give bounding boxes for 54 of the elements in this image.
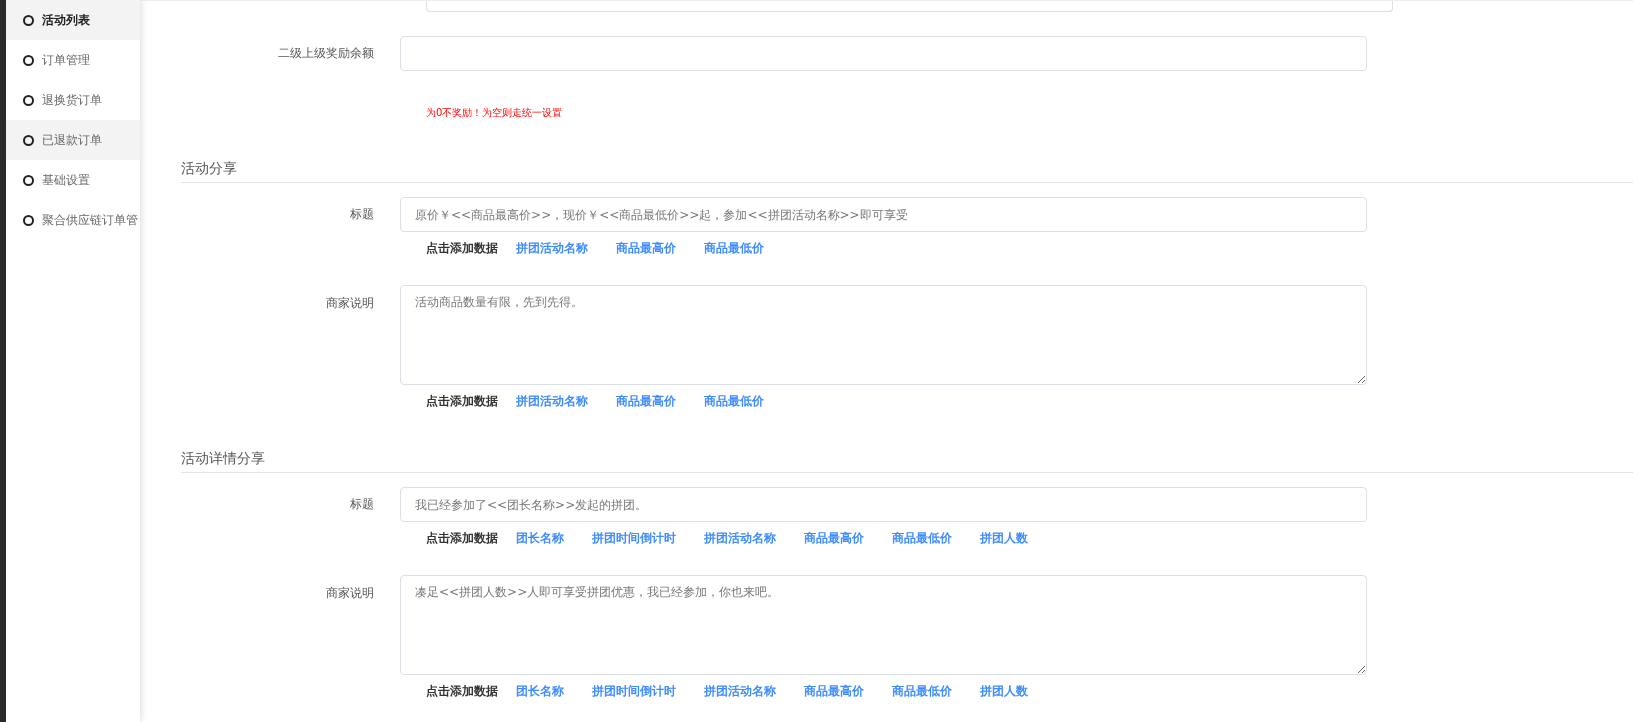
section-title: 活动详情分享 [181, 450, 265, 466]
sidebar-item-label: 基础设置 [42, 171, 90, 189]
insert-data-label: 点击添加数据 [426, 240, 498, 257]
circle-icon [23, 174, 34, 186]
field-label: 二级上级奖励余额 [277, 45, 375, 62]
circle-icon [23, 94, 34, 106]
token-link[interactable]: 拼团活动名称 [704, 683, 776, 700]
token-link[interactable]: 团长名称 [516, 683, 564, 700]
text-area[interactable]: 活动商品数量有限，先到先得。 [400, 285, 1367, 385]
token-link[interactable]: 商品最低价 [892, 530, 952, 547]
circle-icon [23, 54, 34, 66]
token-link[interactable]: 商品最低价 [892, 683, 952, 700]
input-field[interactable] [400, 36, 1367, 71]
insert-data-label: 点击添加数据 [426, 393, 498, 410]
token-link[interactable]: 商品最高价 [804, 530, 864, 547]
token-link[interactable]: 商品最高价 [616, 240, 676, 257]
sidebar-item-label: 退换货订单 [42, 91, 102, 109]
insert-data-label: 点击添加数据 [426, 530, 498, 547]
hint-text: 为0不奖励！为空则走统一设置 [426, 106, 564, 120]
token-link[interactable]: 拼团人数 [980, 530, 1028, 547]
sidebar-item[interactable]: 基础设置 [6, 160, 140, 200]
token-link[interactable]: 拼团时间倒计时 [592, 683, 676, 700]
input-field[interactable]: 我已经参加了<<团长名称>>发起的拼团。 [400, 487, 1367, 522]
sidebar-item[interactable]: 活动列表 [6, 0, 140, 40]
text-area[interactable]: 凑足<<拼团人数>>人即可享受拼团优惠，我已经参加，你也来吧。 [400, 575, 1367, 675]
token-link[interactable]: 拼团时间倒计时 [592, 530, 676, 547]
token-link[interactable]: 拼团活动名称 [516, 393, 588, 410]
token-link[interactable]: 团长名称 [516, 530, 564, 547]
sidebar-item-label: 已退款订单 [42, 131, 102, 149]
input-field[interactable]: 原价￥<<商品最高价>>，现价￥<<商品最低价>>起，参加<<拼团活动名称>>即可享受 [400, 197, 1367, 232]
field-label: 商家说明 [325, 295, 375, 312]
sidebar-item[interactable]: 退换货订单 [6, 80, 140, 120]
sidebar-item[interactable]: 订单管理 [6, 40, 140, 80]
token-link[interactable]: 商品最高价 [804, 683, 864, 700]
circle-icon [23, 214, 34, 226]
sidebar-item[interactable]: 已退款订单 [6, 120, 140, 160]
sidebar-item-label: 聚合供应链订单管 [42, 211, 138, 229]
sidebar-item[interactable]: 聚合供应链订单管 [6, 200, 140, 240]
circle-icon [23, 134, 34, 146]
input-field[interactable] [426, 1, 1393, 12]
token-link[interactable]: 商品最低价 [704, 240, 764, 257]
section-title: 活动分享 [181, 160, 237, 176]
token-link[interactable]: 拼团人数 [980, 683, 1028, 700]
circle-icon [23, 14, 34, 26]
token-link[interactable]: 商品最低价 [704, 393, 764, 410]
sidebar-item-label: 订单管理 [42, 51, 90, 69]
token-link[interactable]: 拼团活动名称 [704, 530, 776, 547]
insert-data-label: 点击添加数据 [426, 683, 498, 700]
field-label: 标题 [349, 496, 375, 513]
token-link[interactable]: 商品最高价 [616, 393, 676, 410]
token-link[interactable]: 拼团活动名称 [516, 240, 588, 257]
field-label: 商家说明 [325, 585, 375, 602]
sidebar-item-label: 活动列表 [42, 11, 90, 29]
field-label: 标题 [349, 206, 375, 223]
